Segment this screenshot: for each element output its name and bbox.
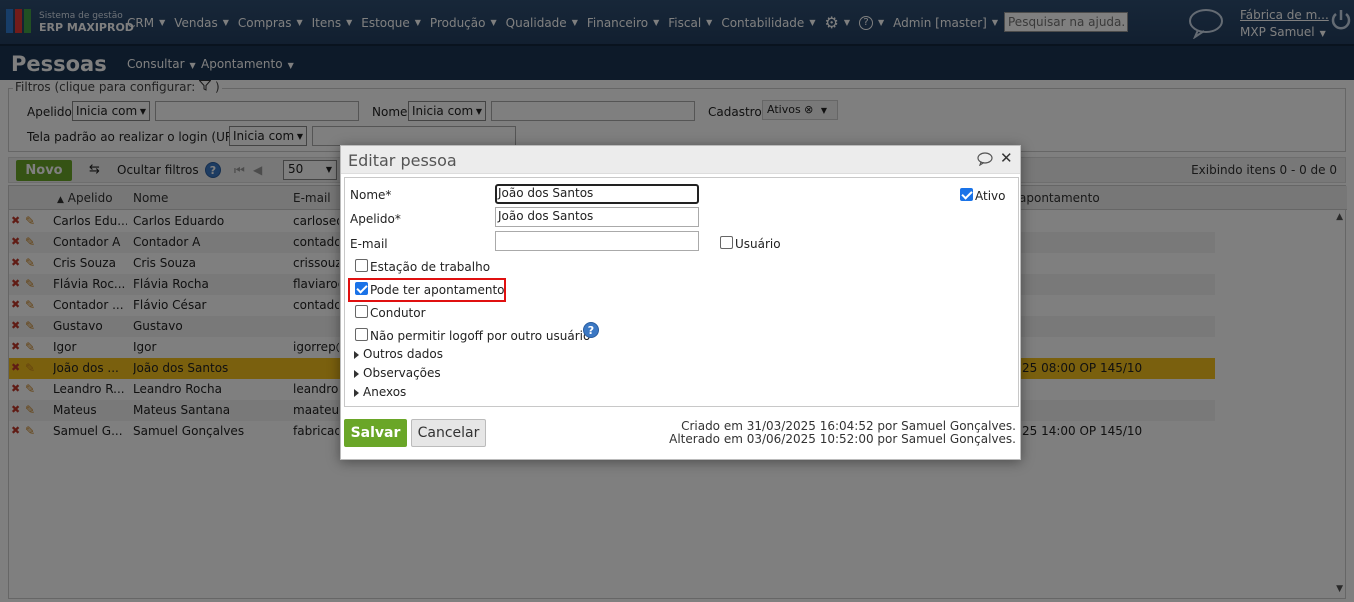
dialog-chat-icon[interactable]: [977, 152, 993, 169]
section-observacoes[interactable]: Observações: [363, 366, 441, 380]
nome-input[interactable]: João dos Santos: [495, 184, 699, 204]
ativo-checkbox[interactable]: [960, 188, 973, 201]
apelido-input[interactable]: João dos Santos: [495, 207, 699, 227]
dialog-header: Editar pessoa ✕: [341, 146, 1020, 174]
logoff-checkbox[interactable]: [355, 328, 368, 341]
usuario-label: Usuário: [735, 237, 781, 251]
condutor-checkbox[interactable]: [355, 305, 368, 318]
ativo-label: Ativo: [975, 189, 1006, 203]
expand-outros-icon: [354, 351, 359, 359]
email-label: E-mail: [350, 237, 388, 251]
close-icon[interactable]: ✕: [1000, 149, 1013, 167]
condutor-label: Condutor: [370, 306, 426, 320]
dialog-body: Nome* João dos Santos Ativo Apelido* Joã…: [344, 177, 1019, 407]
expand-anexos-icon: [354, 389, 359, 397]
usuario-checkbox[interactable]: [720, 236, 733, 249]
edit-person-dialog: Editar pessoa ✕ Nome* João dos Santos At…: [340, 145, 1021, 460]
cancel-button[interactable]: Cancelar: [411, 419, 486, 447]
apelido-label: Apelido*: [350, 212, 401, 226]
updated-info: Alterado em 03/06/2025 10:52:00 por Samu…: [669, 432, 1016, 446]
logoff-help-icon[interactable]: ?: [583, 322, 599, 338]
save-button[interactable]: Salvar: [344, 419, 407, 447]
section-anexos[interactable]: Anexos: [363, 385, 406, 399]
estacao-label: Estação de trabalho: [370, 260, 491, 274]
apontamento-checkbox[interactable]: [355, 282, 368, 295]
estacao-checkbox[interactable]: [355, 259, 368, 272]
apontamento-label: Pode ter apontamento: [370, 283, 505, 297]
dialog-title: Editar pessoa: [348, 151, 457, 170]
created-info: Criado em 31/03/2025 16:04:52 por Samuel…: [681, 419, 1016, 433]
logoff-label: Não permitir logoff por outro usuário: [370, 329, 591, 343]
nome-label: Nome*: [350, 188, 392, 202]
expand-observacoes-icon: [354, 370, 359, 378]
section-outros-dados[interactable]: Outros dados: [363, 347, 443, 361]
email-input[interactable]: [495, 231, 699, 251]
